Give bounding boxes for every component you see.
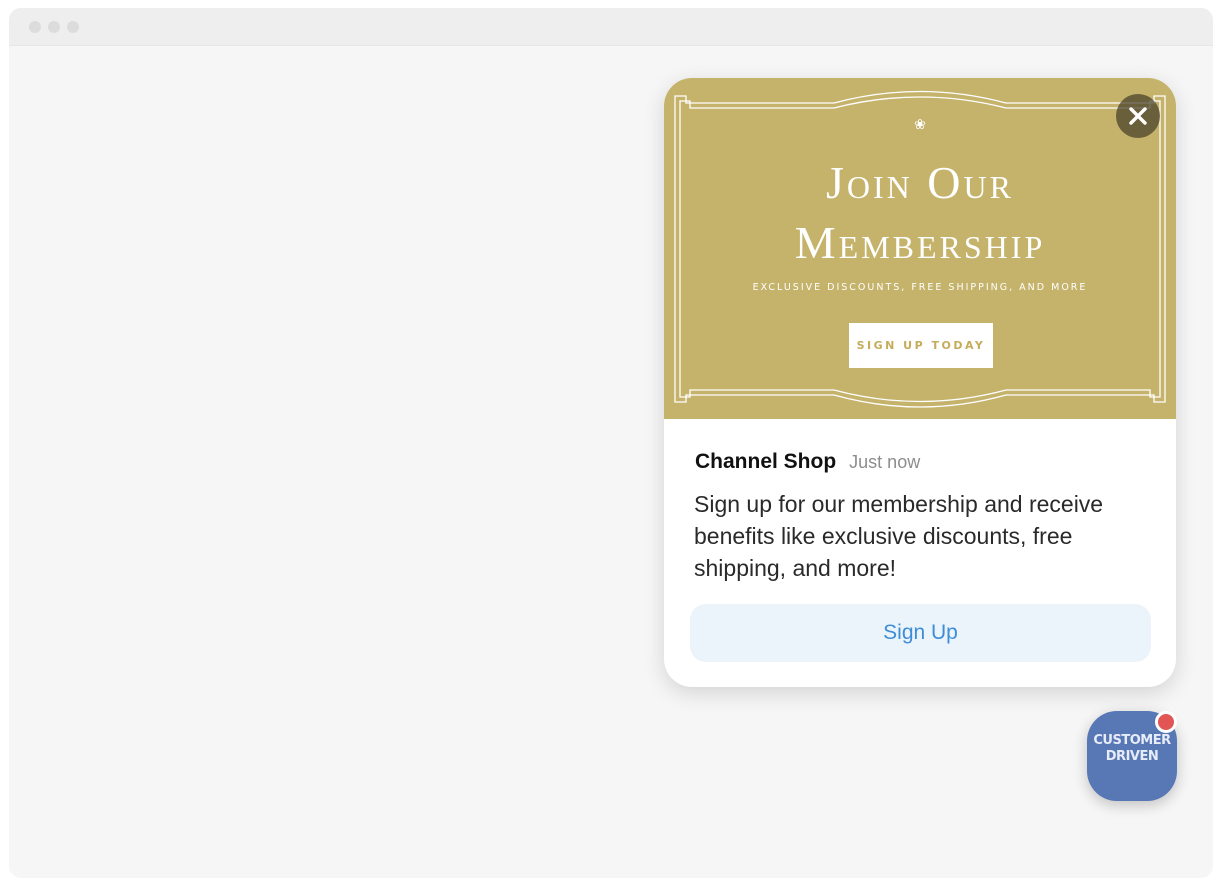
close-button[interactable] — [1116, 94, 1160, 138]
close-icon — [1129, 107, 1147, 125]
window-control-dot[interactable] — [67, 21, 79, 33]
banner-signup-today-button[interactable]: SIGN UP TODAY — [849, 323, 993, 368]
banner-title-line2: Membership — [794, 217, 1046, 268]
customer-driven-logo: CUSTOMER DRIVEN — [1087, 733, 1177, 765]
logo-text-line2: DRIVEN — [1105, 749, 1159, 764]
banner-title-line1: Join Our — [826, 157, 1014, 208]
message-timestamp: Just now — [849, 452, 921, 472]
notification-popup: ❀ Join Our Membership EXCLUSIVE DISCOUNT… — [664, 78, 1176, 687]
message-meta: Channel Shop Just now — [695, 450, 920, 474]
sign-up-button[interactable]: Sign Up — [690, 604, 1151, 662]
membership-banner-image[interactable]: ❀ Join Our Membership EXCLUSIVE DISCOUNT… — [664, 78, 1176, 419]
sender-name: Channel Shop — [695, 450, 837, 473]
notification-badge — [1155, 711, 1177, 733]
window-titlebar — [9, 8, 1213, 46]
banner-subtitle: EXCLUSIVE DISCOUNTS, FREE SHIPPING, AND … — [752, 282, 1088, 293]
window-control-dot[interactable] — [48, 21, 60, 33]
message-body: Sign up for our membership and receive b… — [694, 491, 1104, 581]
logo-text-line1: CUSTOMER — [1093, 733, 1171, 748]
window-control-dot[interactable] — [29, 21, 41, 33]
sprig-icon: ❀ — [914, 116, 926, 132]
